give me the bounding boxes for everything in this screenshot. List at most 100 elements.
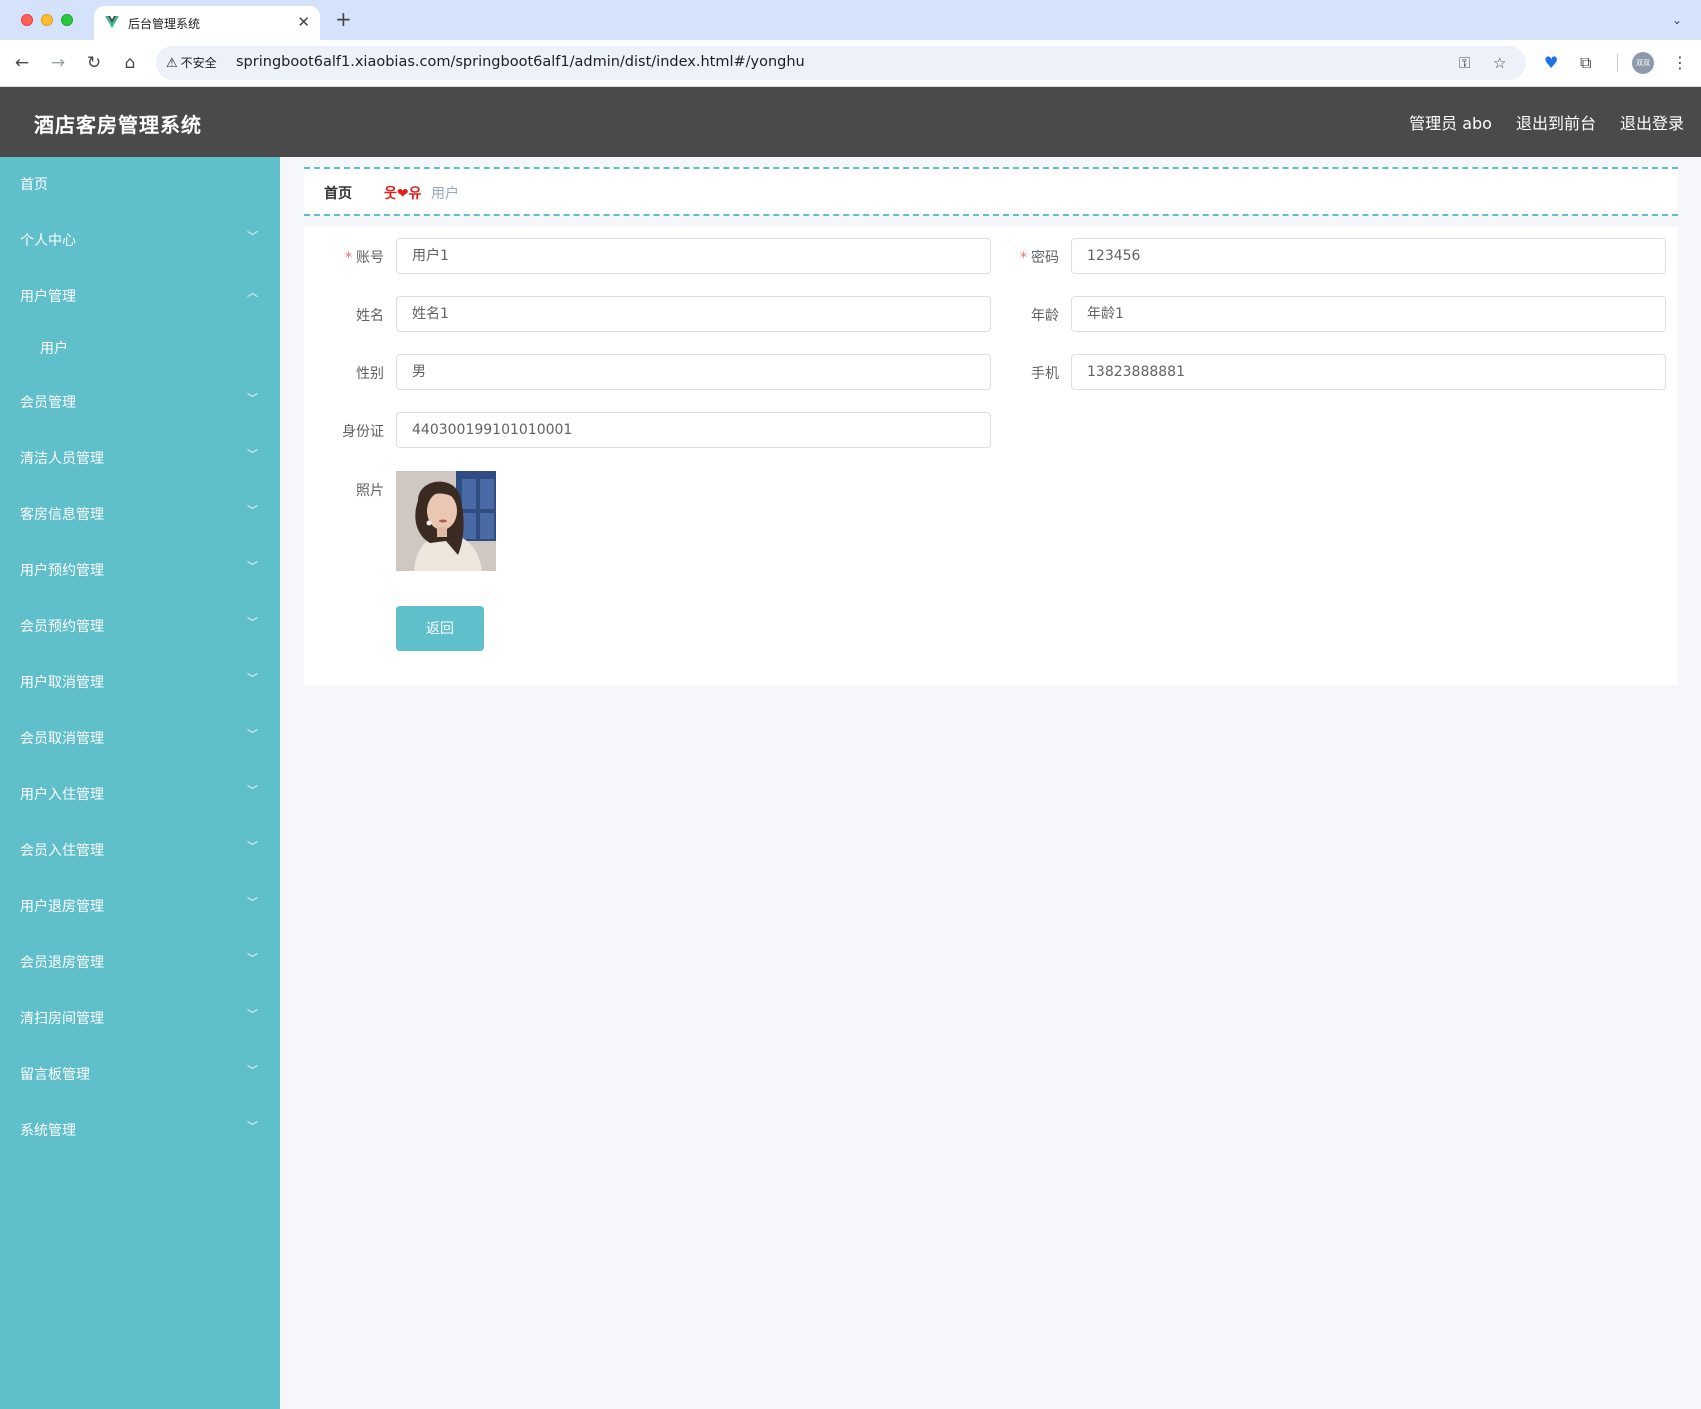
close-window-button[interactable] [21,14,33,26]
sidebar-item-member-checkout-management[interactable]: 会员退房管理 ﹀ [0,935,280,987]
sidebar-item-member-cancel-management[interactable]: 会员取消管理 ﹀ [0,711,280,763]
sidebar-item-label: 清洁人员管理 [20,451,104,467]
sidebar-item-label: 留言板管理 [20,1067,90,1083]
home-icon[interactable]: ⌂ [118,51,142,75]
age-field[interactable]: 年龄1 [1071,296,1666,332]
header-links: 管理员 abo 退出到前台 退出登录 [1409,110,1684,134]
sidebar-item-room-cleaning-management[interactable]: 清扫房间管理 ﹀ [0,991,280,1043]
password-label-text: 密码 [1031,250,1059,266]
breadcrumb: 首页 웃❤유 用户 [304,167,1678,216]
address-bar[interactable]: ⚠ 不安全 springboot6alf1.xiaobias.com/spring… [156,46,1526,80]
photo-label: 照片 [356,483,384,499]
chevron-down-icon: ﹀ [247,448,258,461]
sidebar-item-label: 会员入住管理 [20,843,104,859]
sidebar-item-label: 用户 [40,341,68,357]
breadcrumb-separator: 웃❤유 [384,186,422,202]
chevron-down-icon: ﹀ [247,1008,258,1021]
chevron-down-icon: ﹀ [247,1120,258,1133]
back-button[interactable]: 返回 [396,606,484,651]
sidebar-item-label: 会员取消管理 [20,731,104,747]
user-photo [396,471,496,571]
tab-title: 后台管理系统 [128,17,201,31]
tab-search-chevron-icon[interactable]: ⌄ [1665,8,1689,32]
sidebar-item-room-info-management[interactable]: 客房信息管理 ﹀ [0,487,280,539]
exit-to-frontend-link[interactable]: 退出到前台 [1516,110,1596,134]
chevron-down-icon: ﹀ [247,230,258,243]
chevron-down-icon: ﹀ [247,952,258,965]
close-tab-icon[interactable]: ✕ [297,13,310,31]
forward-arrow-icon[interactable]: → [46,51,70,75]
phone-field[interactable]: 13823888881 [1071,354,1666,390]
name-field[interactable]: 姓名1 [396,296,991,332]
idcard-label: 身份证 [342,424,384,440]
admin-user-label: 管理员 abo [1409,114,1492,133]
security-label: 不安全 [180,56,217,70]
breadcrumb-home[interactable]: 首页 [324,183,352,203]
profile-avatar[interactable]: 双双 [1632,52,1654,74]
sidebar-item-member-checkin-management[interactable]: 会员入住管理 ﹀ [0,823,280,875]
sidebar-item-label: 用户取消管理 [20,675,104,691]
sidebar-item-label: 系统管理 [20,1123,76,1139]
sidebar-item-member-booking-management[interactable]: 会员预约管理 ﹀ [0,599,280,651]
sidebar-item-user-checkin-management[interactable]: 用户入住管理 ﹀ [0,767,280,819]
sidebar-item-user-management[interactable]: 用户管理 ︿ [0,269,280,321]
sidebar-item-personal-center[interactable]: 个人中心 ﹀ [0,213,280,265]
sidebar-item-cleaner-management[interactable]: 清洁人员管理 ﹀ [0,431,280,483]
browser-menu-icon[interactable]: ⋮ [1672,51,1688,75]
extensions-puzzle-icon[interactable]: ⧉ [1580,51,1591,75]
password-label: * 密码 [979,247,1059,267]
sidebar-item-system-management[interactable]: 系统管理 ﹀ [0,1103,280,1155]
logout-link[interactable]: 退出登录 [1620,110,1684,134]
chevron-down-icon: ﹀ [247,1064,258,1077]
sidebar-item-label: 清扫房间管理 [20,1011,104,1027]
chevron-down-icon: ﹀ [247,784,258,797]
chevron-down-icon: ﹀ [247,896,258,909]
sidebar-item-home[interactable]: 首页 [0,157,280,209]
chevron-down-icon: ﹀ [247,840,258,853]
sidebar-item-label: 首页 [20,177,48,193]
sidebar-item-message-board-management[interactable]: 留言板管理 ﹀ [0,1047,280,1099]
required-mark: * [345,250,352,266]
app-title: 酒店客房管理系统 [34,113,202,137]
app-header: 酒店客房管理系统 管理员 abo 退出到前台 退出登录 [0,87,1701,157]
name-label: 姓名 [356,308,384,324]
extension-v-icon[interactable]: ♥ [1544,51,1558,75]
sidebar-item-label: 个人中心 [20,233,76,249]
browser-toolbar: ← → ↻ ⌂ ⚠ 不安全 springboot6alf1.xiaobias.co… [0,40,1701,87]
main-content: 首页 웃❤유 用户 * 账号 用户1 * 密码 123456 姓名 姓名1 年龄 年… [280,157,1701,1409]
browser-tab[interactable]: 后台管理系统 ✕ [94,6,320,40]
phone-label: 手机 [1031,366,1059,382]
security-chip[interactable]: ⚠ 不安全 [166,53,217,73]
chevron-down-icon: ﹀ [247,504,258,517]
chevron-down-icon: ﹀ [247,560,258,573]
sidebar-item-label: 会员预约管理 [20,619,104,635]
maximize-window-button[interactable] [61,14,73,26]
warning-icon: ⚠ [166,56,178,71]
reload-icon[interactable]: ↻ [82,51,106,75]
sidebar-item-member-management[interactable]: 会员管理 ﹀ [0,375,280,427]
account-label-text: 账号 [356,250,384,266]
back-arrow-icon[interactable]: ← [10,51,34,75]
minimize-window-button[interactable] [41,14,53,26]
password-key-icon[interactable]: ⚿ [1459,52,1470,74]
sidebar-item-label: 会员管理 [20,395,76,411]
url-text[interactable]: springboot6alf1.xiaobias.com/springboot6… [236,54,805,70]
chevron-down-icon: ﹀ [247,728,258,741]
idcard-field[interactable]: 440300199101010001 [396,412,991,448]
password-field[interactable]: 123456 [1071,238,1666,274]
required-mark: * [1020,250,1027,266]
tab-strip: 后台管理系统 ✕ + ⌄ [0,0,1701,40]
new-tab-icon[interactable]: + [335,8,352,30]
sidebar-item-label: 用户管理 [20,289,76,305]
sidebar-item-label: 用户退房管理 [20,899,104,915]
sidebar-subitem-user[interactable]: 用户 [0,321,280,373]
bookmark-star-icon[interactable]: ☆ [1493,52,1506,74]
account-label: * 账号 [304,247,384,267]
sidebar-item-user-booking-management[interactable]: 用户预约管理 ﹀ [0,543,280,595]
portrait-image [396,471,496,571]
sidebar-item-user-cancel-management[interactable]: 用户取消管理 ﹀ [0,655,280,707]
sidebar: 首页 个人中心 ﹀ 用户管理 ︿ 用户 会员管理 ﹀ 清洁人员管理 ﹀ 客房信息… [0,157,280,1409]
gender-field[interactable]: 男 [396,354,991,390]
account-field[interactable]: 用户1 [396,238,991,274]
sidebar-item-user-checkout-management[interactable]: 用户退房管理 ﹀ [0,879,280,931]
